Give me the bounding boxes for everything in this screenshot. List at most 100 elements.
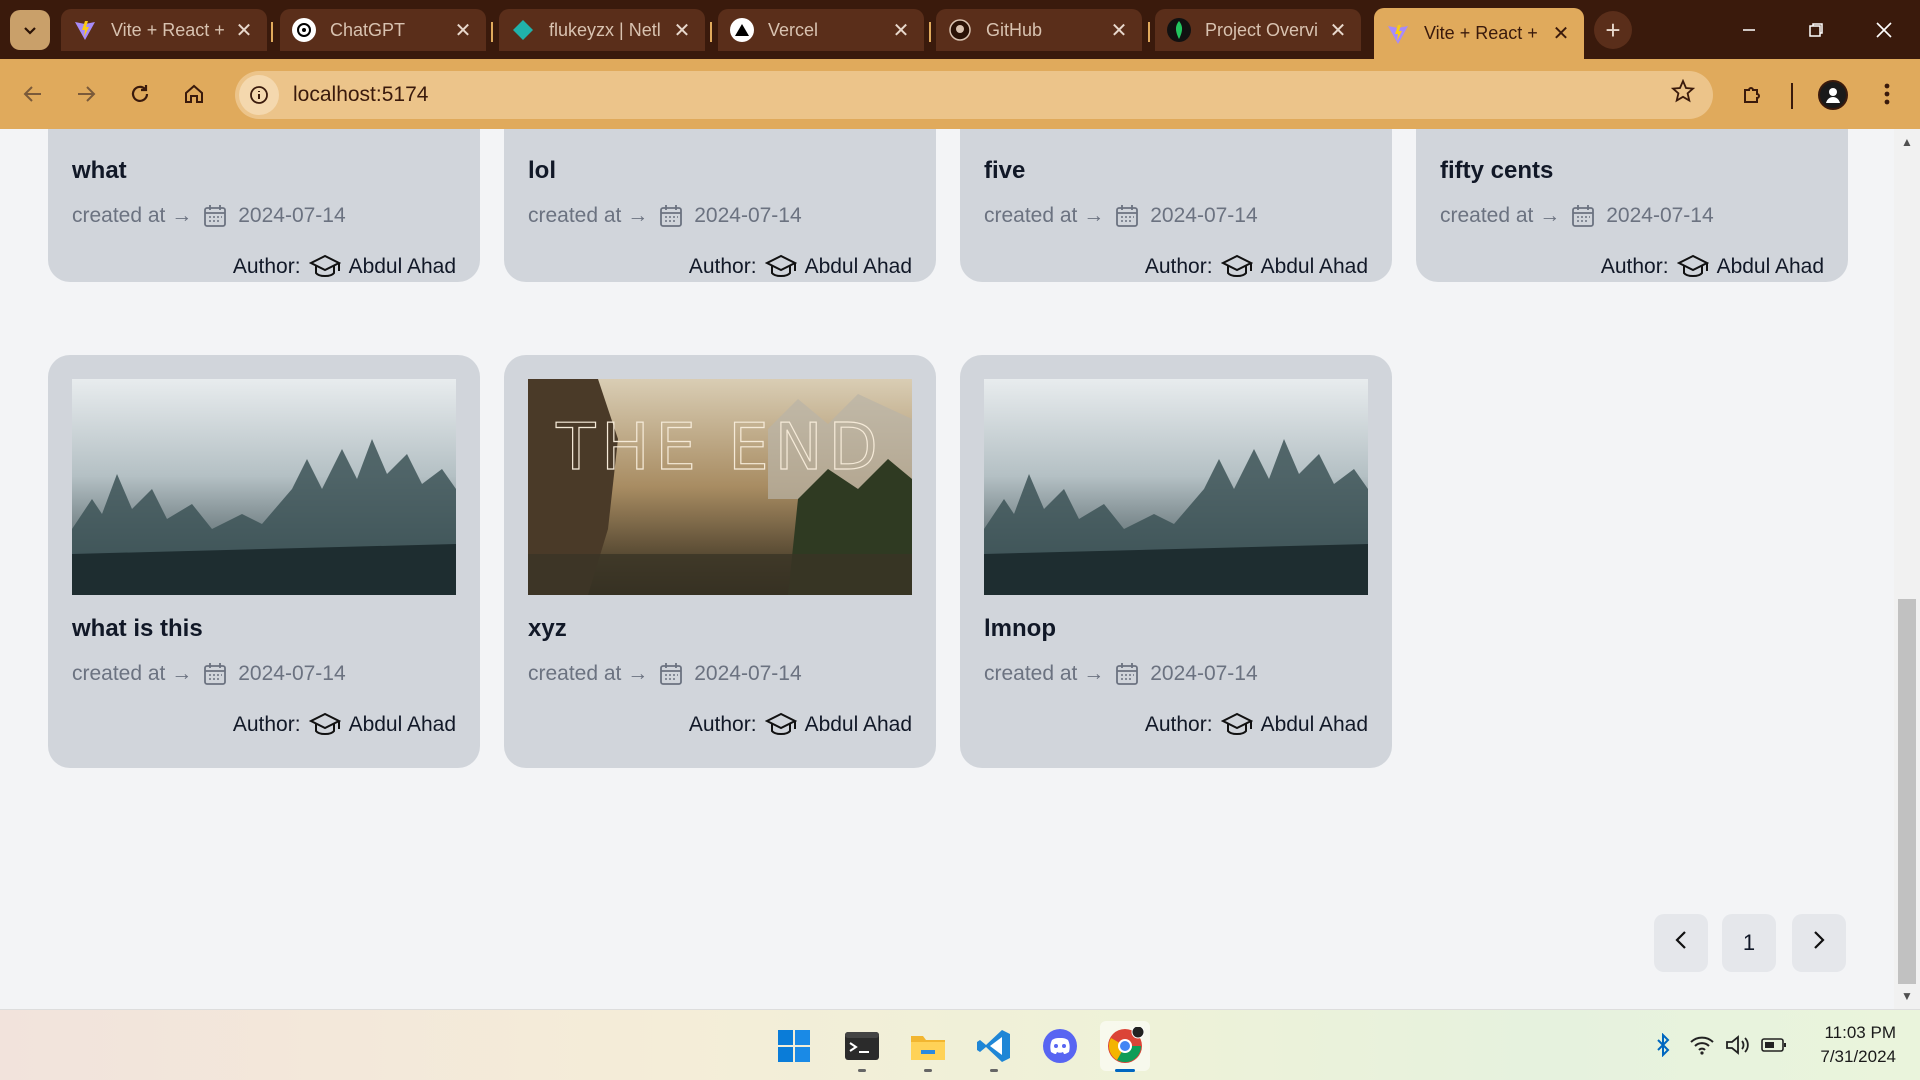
pagination-next-button[interactable] xyxy=(1792,914,1846,972)
bookmark-star-icon[interactable] xyxy=(1670,78,1696,110)
taskbar-discord[interactable] xyxy=(1035,1021,1085,1071)
close-icon[interactable]: ✕ xyxy=(1550,21,1572,46)
home-button[interactable] xyxy=(175,75,213,113)
restore-button[interactable] xyxy=(1791,12,1841,48)
close-icon[interactable]: ✕ xyxy=(671,18,693,43)
scroll-up-arrow[interactable]: ▲ xyxy=(1894,135,1920,149)
pagination-prev-button[interactable] xyxy=(1654,914,1708,972)
taskbar-file-explorer[interactable] xyxy=(903,1021,953,1072)
scroll-down-arrow[interactable]: ▼ xyxy=(1894,989,1920,1003)
bluetooth-icon[interactable] xyxy=(1649,1031,1677,1059)
created-label: created at → xyxy=(984,662,1105,685)
graduation-cap-icon xyxy=(764,253,797,281)
post-card[interactable]: lmnop created at → 2024-07-14 Author: Ab… xyxy=(960,355,1392,768)
post-card[interactable]: lol created at → 2024-07-14 Author: Abdu… xyxy=(504,129,936,282)
windows-start-icon xyxy=(778,1030,810,1062)
tab-vite-1[interactable]: Vite + React + ✕ xyxy=(61,9,267,51)
tab-netlify[interactable]: flukeyzx | Netl ✕ xyxy=(499,9,705,51)
close-icon[interactable]: ✕ xyxy=(890,18,912,43)
post-author: Author: Abdul Ahad xyxy=(689,253,912,281)
image-text: THE END xyxy=(555,411,884,485)
calendar-icon xyxy=(202,661,228,687)
close-window-button[interactable] xyxy=(1859,12,1909,48)
scrollbar-thumb[interactable] xyxy=(1898,599,1916,984)
chrome-icon xyxy=(1108,1027,1144,1063)
post-created: created at → 2024-07-14 xyxy=(528,661,802,687)
profile-avatar[interactable] xyxy=(1818,80,1848,110)
post-created: created at → 2024-07-14 xyxy=(984,661,1258,687)
browser-toolbar: localhost:5174 xyxy=(0,59,1920,129)
back-button[interactable] xyxy=(14,75,52,113)
discord-icon xyxy=(1043,1029,1077,1063)
tab-github[interactable]: GitHub ✕ xyxy=(936,9,1142,51)
tab-separator xyxy=(710,22,712,42)
wifi-icon[interactable] xyxy=(1688,1031,1716,1059)
post-date: 2024-07-14 xyxy=(1150,204,1258,227)
close-icon[interactable]: ✕ xyxy=(233,18,255,43)
post-date: 2024-07-14 xyxy=(238,204,346,227)
vertical-scrollbar[interactable]: ▲ ▼ xyxy=(1894,129,1920,1009)
post-title: what xyxy=(72,157,127,184)
post-card[interactable]: fifty cents created at → 2024-07-14 Auth… xyxy=(1416,129,1848,282)
tab-vercel[interactable]: Vercel ✕ xyxy=(718,9,924,51)
menu-button[interactable] xyxy=(1868,75,1906,113)
author-label: Author: xyxy=(1600,255,1669,278)
close-icon[interactable]: ✕ xyxy=(1327,18,1349,43)
site-info-icon[interactable] xyxy=(239,75,279,115)
post-card[interactable]: what created at → 2024-07-14 Author: Abd… xyxy=(48,129,480,282)
reload-icon xyxy=(131,85,149,102)
post-card[interactable]: THE END xyz created at → 2024-07-14 Auth… xyxy=(504,355,936,768)
plus-icon: + xyxy=(1605,14,1621,45)
minimize-button[interactable] xyxy=(1724,12,1774,48)
taskbar-terminal[interactable] xyxy=(837,1021,887,1072)
chevron-right-icon xyxy=(1811,929,1827,957)
tab-vite-active[interactable]: Vite + React + ✕ xyxy=(1374,8,1584,59)
address-bar[interactable]: localhost:5174 xyxy=(235,71,1713,119)
post-author: Author: Abdul Ahad xyxy=(689,711,912,739)
post-author: Author: Abdul Ahad xyxy=(1145,711,1368,739)
post-created: created at → 2024-07-14 xyxy=(528,203,802,229)
tab-search-button[interactable] xyxy=(10,10,50,50)
tab-mongodb[interactable]: Project Overvi ✕ xyxy=(1155,9,1361,51)
post-card[interactable]: five created at → 2024-07-14 Author: Abd… xyxy=(960,129,1392,282)
tab-title: Vercel xyxy=(768,19,819,40)
post-date: 2024-07-14 xyxy=(1150,662,1258,685)
post-title: fifty cents xyxy=(1440,157,1554,184)
system-clock[interactable]: 11:03 PM 7/31/2024 xyxy=(1796,1021,1896,1069)
post-card[interactable]: what is this created at → 2024-07-14 Aut… xyxy=(48,355,480,768)
close-icon[interactable]: ✕ xyxy=(452,18,474,43)
url-text[interactable]: localhost:5174 xyxy=(293,83,428,107)
new-tab-button[interactable]: + xyxy=(1594,11,1632,49)
tab-separator xyxy=(1148,22,1150,42)
post-created: created at → 2024-07-14 xyxy=(72,661,346,687)
close-icon[interactable]: ✕ xyxy=(1108,18,1130,43)
author-label: Author: xyxy=(688,713,757,736)
volume-icon[interactable] xyxy=(1724,1031,1752,1059)
arrow-right-icon xyxy=(78,86,96,102)
puzzle-icon xyxy=(1744,87,1760,103)
calendar-icon xyxy=(1570,203,1596,229)
clock-date: 7/31/2024 xyxy=(1820,1047,1896,1066)
user-icon xyxy=(1826,88,1840,103)
taskbar-vscode[interactable] xyxy=(969,1021,1019,1072)
author-name: Abdul Ahad xyxy=(348,713,456,736)
created-label: created at → xyxy=(72,662,193,685)
tab-chatgpt[interactable]: ChatGPT ✕ xyxy=(280,9,486,51)
post-date: 2024-07-14 xyxy=(1606,204,1714,227)
forward-button[interactable] xyxy=(67,75,105,113)
taskbar-chrome[interactable] xyxy=(1100,1021,1150,1072)
reload-button[interactable] xyxy=(121,75,159,113)
extensions-button[interactable] xyxy=(1734,75,1772,113)
author-name: Abdul Ahad xyxy=(348,255,456,278)
battery-icon[interactable] xyxy=(1760,1031,1788,1059)
tab-title: Vite + React + xyxy=(111,19,225,40)
start-button[interactable] xyxy=(769,1021,819,1071)
tab-title: Project Overvi xyxy=(1205,19,1319,40)
home-icon xyxy=(185,84,203,103)
pagination-page-1[interactable]: 1 xyxy=(1722,914,1776,972)
tab-separator xyxy=(491,22,493,42)
graduation-cap-icon xyxy=(308,253,341,281)
running-indicator xyxy=(858,1069,866,1072)
page-number: 1 xyxy=(1742,930,1756,955)
tab-title: Vite + React + xyxy=(1424,23,1538,43)
